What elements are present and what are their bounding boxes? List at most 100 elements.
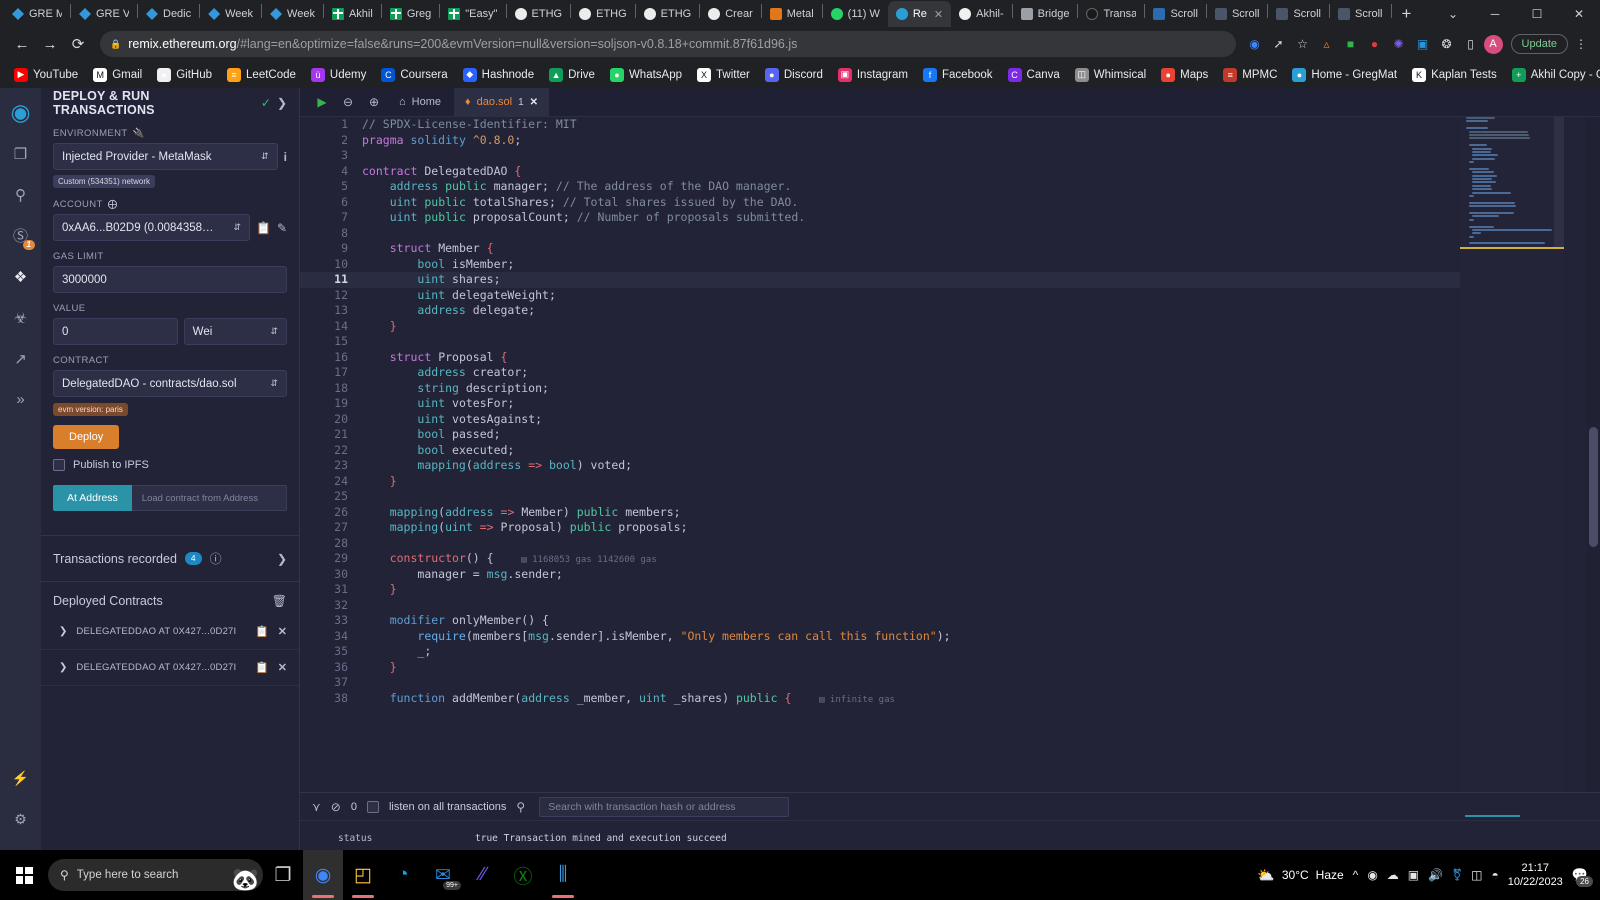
code-line[interactable]: 14 } — [300, 319, 1460, 335]
close-tab-icon[interactable]: ✕ — [934, 8, 943, 21]
code-line[interactable]: 5 address public manager; // The address… — [300, 179, 1460, 195]
bookmark-item[interactable]: + Akhil Copy - GRE W... — [1506, 66, 1600, 84]
search-icon[interactable]: ⚲ — [516, 800, 525, 814]
code-line[interactable]: 38 function addMember(address _member, u… — [300, 691, 1460, 707]
scrollbar-thumb[interactable] — [1589, 427, 1598, 547]
bookmark-item[interactable]: ● Home - GregMat — [1286, 66, 1403, 84]
value-input[interactable]: 0 — [53, 318, 178, 345]
task-view-icon[interactable]: ❐ — [263, 850, 303, 900]
code-line[interactable]: 6 uint public totalShares; // Total shar… — [300, 195, 1460, 211]
remix-logo-icon[interactable]: ◉ — [0, 92, 41, 133]
publish-ipfs-row[interactable]: Publish to IPFS — [53, 459, 287, 471]
volume-icon[interactable]: 🔊 — [1428, 868, 1443, 882]
check-all-icon[interactable]: » — [0, 379, 41, 420]
browser-tab[interactable]: Scroll — [1145, 1, 1206, 27]
code-line[interactable]: 7 uint public proposalCount; // Number o… — [300, 210, 1460, 226]
deploy-button[interactable]: Deploy — [53, 425, 120, 449]
code-line[interactable]: 37 — [300, 675, 1460, 691]
bookmark-item[interactable]: K Kaplan Tests — [1406, 66, 1503, 84]
browser-tab[interactable]: Week — [200, 1, 261, 27]
browser-tab[interactable]: (11) W — [823, 1, 888, 27]
editor-scrollbar[interactable] — [1586, 117, 1600, 792]
code-line[interactable]: 33 modifier onlyMember() { — [300, 613, 1460, 629]
reload-icon[interactable]: ⟳ — [64, 30, 92, 58]
copy-address-icon[interactable]: 📋 — [255, 661, 269, 674]
extension-red-icon[interactable]: ● — [1364, 33, 1386, 55]
code-line[interactable]: 23 mapping(address => bool) voted; — [300, 458, 1460, 474]
bookmark-item[interactable]: ◫ Whimsical — [1069, 66, 1152, 84]
browser-tab[interactable]: GRE V — [71, 1, 137, 27]
wifi-icon[interactable]: ◓ — [1492, 868, 1499, 882]
code-line[interactable]: 16 struct Proposal { — [300, 350, 1460, 366]
bookmark-item[interactable]: ▣ Instagram — [832, 66, 914, 84]
analysis-icon[interactable]: ↗ — [0, 338, 41, 379]
minimize-button[interactable]: ─ — [1474, 0, 1516, 27]
code-line[interactable]: 32 — [300, 598, 1460, 614]
browser-tab[interactable]: ETHG — [507, 1, 571, 27]
clock-widget[interactable]: 21:17 10/22/2023 — [1508, 861, 1563, 889]
copy-address-icon[interactable]: 📋 — [255, 625, 269, 638]
gas-limit-input[interactable]: 3000000 — [53, 266, 287, 293]
bookmark-item[interactable]: ● WhatsApp — [604, 66, 688, 84]
browser-tab[interactable]: Akhil- — [951, 1, 1012, 27]
close-tab-icon[interactable]: ✕ — [530, 97, 538, 108]
mail-icon[interactable]: ✉ 99+ — [423, 850, 463, 900]
browser-tab[interactable]: Scroll — [1268, 1, 1329, 27]
tab-dao-sol[interactable]: ♦ dao.sol 1 ✕ — [454, 87, 550, 117]
taskbar-search-box[interactable]: ⚲ Type here to search 🐼 — [48, 859, 263, 891]
sign-message-icon[interactable]: ✎ — [277, 221, 287, 235]
code-line[interactable]: 31 } — [300, 582, 1460, 598]
bookmark-item[interactable]: f Facebook — [917, 66, 999, 84]
browser-tab[interactable]: Dedic — [138, 1, 199, 27]
deploy-run-icon[interactable]: ❖ — [0, 256, 41, 297]
code-line[interactable]: 34 require(members[msg.sender].isMember,… — [300, 629, 1460, 645]
terminal-search-input[interactable]: Search with transaction hash or address — [539, 796, 790, 817]
code-minimap[interactable] — [1460, 117, 1564, 792]
code-line[interactable]: 19 uint votesFor; — [300, 396, 1460, 412]
deployed-contract-row[interactable]: ❯ DELEGATEDDAO AT 0X427...0D27I 📋 ✕ — [41, 614, 299, 650]
weather-widget[interactable]: ⛅ 30°C Haze — [1257, 867, 1343, 884]
bookmark-item[interactable]: X Twitter — [691, 66, 756, 84]
file-explorer-icon[interactable]: ◰ — [343, 850, 383, 900]
extensions-puzzle-icon[interactable]: ❂ — [1436, 33, 1458, 55]
new-tab-button[interactable]: + — [1392, 1, 1422, 27]
code-line[interactable]: 11 uint shares; — [300, 272, 1460, 288]
chevron-right-icon[interactable]: ❯ — [277, 96, 287, 110]
start-button[interactable] — [0, 850, 48, 900]
debugger-icon[interactable]: ☣ — [0, 297, 41, 338]
bookmark-item[interactable]: C Canva — [1002, 66, 1066, 84]
code-line[interactable]: 15 — [300, 334, 1460, 350]
bookmark-star-icon[interactable]: ☆ — [1292, 33, 1314, 55]
bookmark-item[interactable]: ≡ LeetCode — [221, 66, 302, 84]
account-select[interactable]: 0xAA6...B02D9 (0.0084358… ⇵ — [53, 214, 250, 241]
code-line[interactable]: 20 uint votesAgainst; — [300, 412, 1460, 428]
browser-tab[interactable]: Greg — [382, 1, 439, 27]
tab-home[interactable]: ⌂ Home — [388, 88, 452, 117]
chevron-up-icon[interactable]: ^ — [1353, 868, 1359, 882]
xbox-icon[interactable]: Ⓧ — [503, 850, 543, 900]
code-scroll-container[interactable]: 1 // SPDX-License-Identifier: MIT 2 pragma … — [300, 117, 1460, 792]
browser-tab[interactable]: GRE M — [4, 1, 70, 27]
trash-icon[interactable]: 🗑 — [272, 594, 287, 608]
collapse-terminal-icon[interactable]: ⋎ — [312, 800, 321, 814]
cloud-icon[interactable]: ☁ — [1387, 868, 1399, 882]
code-line[interactable]: 25 — [300, 489, 1460, 505]
google-lens-icon[interactable]: ◉ — [1244, 33, 1266, 55]
at-address-input[interactable]: Load contract from Address — [131, 485, 287, 511]
extension-blue-icon[interactable]: ▣ — [1412, 33, 1434, 55]
bookmark-item[interactable]: ● Maps — [1155, 66, 1214, 84]
battery-icon[interactable]: ◫ — [1471, 868, 1482, 882]
environment-select[interactable]: Injected Provider - MetaMask ⇵ — [53, 143, 278, 170]
bookmark-item[interactable]: ▶ YouTube — [8, 66, 84, 84]
deployed-contract-row[interactable]: ❯ DELEGATEDDAO AT 0X427...0D27I 📋 ✕ — [41, 650, 299, 686]
add-account-icon[interactable]: ⨁ — [108, 199, 118, 210]
bookmark-item[interactable]: ü Udemy — [305, 66, 372, 84]
copy-account-icon[interactable]: 📋 — [256, 221, 271, 235]
settings-gear-icon[interactable]: ⚙ — [0, 799, 41, 840]
browser-tab[interactable]: Scroll — [1330, 1, 1391, 27]
bookmark-item[interactable]: ≡ MPMC — [1217, 66, 1283, 84]
code-line[interactable]: 10 bool isMember; — [300, 257, 1460, 273]
zoom-in-icon[interactable]: ⊕ — [362, 90, 386, 114]
zoom-out-icon[interactable]: ⊖ — [336, 90, 360, 114]
info-icon[interactable]: i — [284, 150, 287, 164]
